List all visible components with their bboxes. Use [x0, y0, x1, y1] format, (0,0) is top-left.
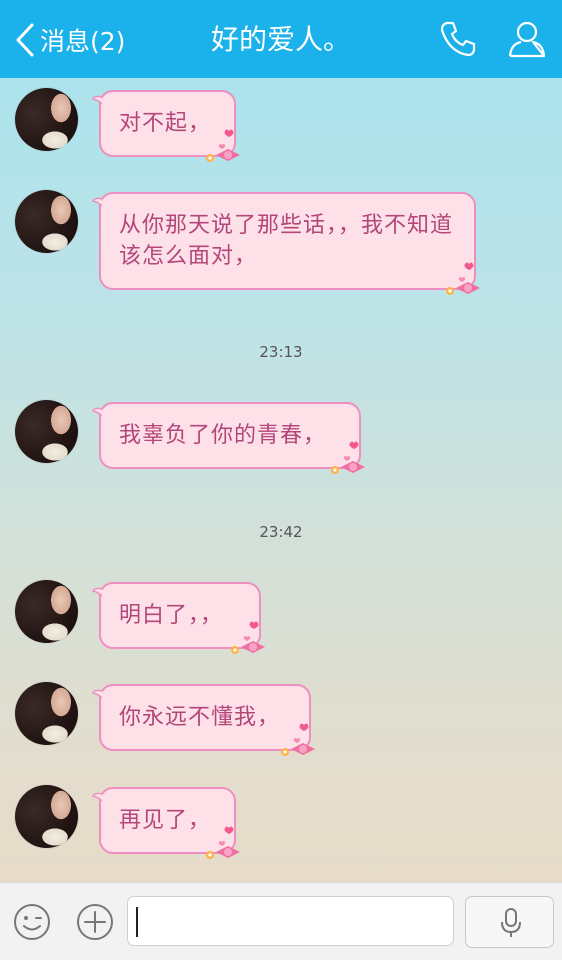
avatar[interactable] — [15, 682, 78, 745]
phone-icon[interactable] — [437, 18, 479, 60]
avatar[interactable] — [15, 190, 78, 253]
timestamp: 23:13 — [259, 343, 303, 361]
timestamp: 23:42 — [259, 523, 303, 541]
message-text: 我辜负了你的青春， — [119, 423, 327, 448]
message-bubble[interactable]: 从你那天说了那些话，，我不知道该怎么面对， — [92, 192, 480, 295]
heart-bow-icon — [446, 262, 480, 295]
bubble-tail-icon — [92, 95, 102, 105]
bubble-tail-icon — [92, 792, 102, 802]
avatar[interactable] — [15, 785, 78, 848]
chat-header: 消息(2) 好的爱人。 — [0, 0, 562, 78]
heart-bow-icon — [331, 441, 365, 474]
message-bubble[interactable]: 再见了， — [92, 787, 240, 859]
profile-icon[interactable] — [506, 18, 548, 60]
message-text: 再见了， — [119, 808, 212, 833]
message-bubble[interactable]: 我辜负了你的青春， — [92, 402, 365, 474]
chat-title: 好的爱人。 — [210, 23, 351, 56]
avatar[interactable] — [15, 580, 78, 643]
chevron-left-icon — [16, 23, 34, 57]
back-label: 消息(2) — [40, 27, 126, 56]
heart-bow-icon — [281, 723, 315, 756]
message-text: 明白了，， — [119, 603, 224, 628]
emoji-icon[interactable] — [13, 903, 51, 941]
message-text: 你永远不懂我， — [119, 705, 281, 730]
bubble-tail-icon — [92, 197, 102, 207]
message-text: 对不起， — [119, 111, 212, 136]
avatar[interactable] — [15, 400, 78, 463]
heart-bow-icon — [206, 129, 240, 162]
voice-button[interactable] — [465, 896, 554, 948]
bubble-tail-icon — [92, 407, 102, 417]
text-cursor — [136, 907, 138, 937]
heart-bow-icon — [206, 826, 240, 859]
microphone-icon — [501, 908, 521, 937]
avatar[interactable] — [15, 88, 78, 151]
message-bubble[interactable]: 对不起， — [92, 90, 240, 162]
input-bar — [0, 882, 562, 960]
bubble-tail-icon — [92, 587, 102, 597]
back-button[interactable]: 消息(2) — [14, 20, 125, 60]
plus-icon[interactable] — [76, 903, 114, 941]
heart-bow-icon — [231, 621, 265, 654]
message-bubble[interactable]: 明白了，， — [92, 582, 265, 654]
message-bubble[interactable]: 你永远不懂我， — [92, 684, 315, 756]
bubble-tail-icon — [92, 689, 102, 699]
message-input[interactable] — [127, 896, 454, 946]
message-text: 从你那天说了那些话，，我不知道该怎么面对， — [119, 213, 454, 269]
